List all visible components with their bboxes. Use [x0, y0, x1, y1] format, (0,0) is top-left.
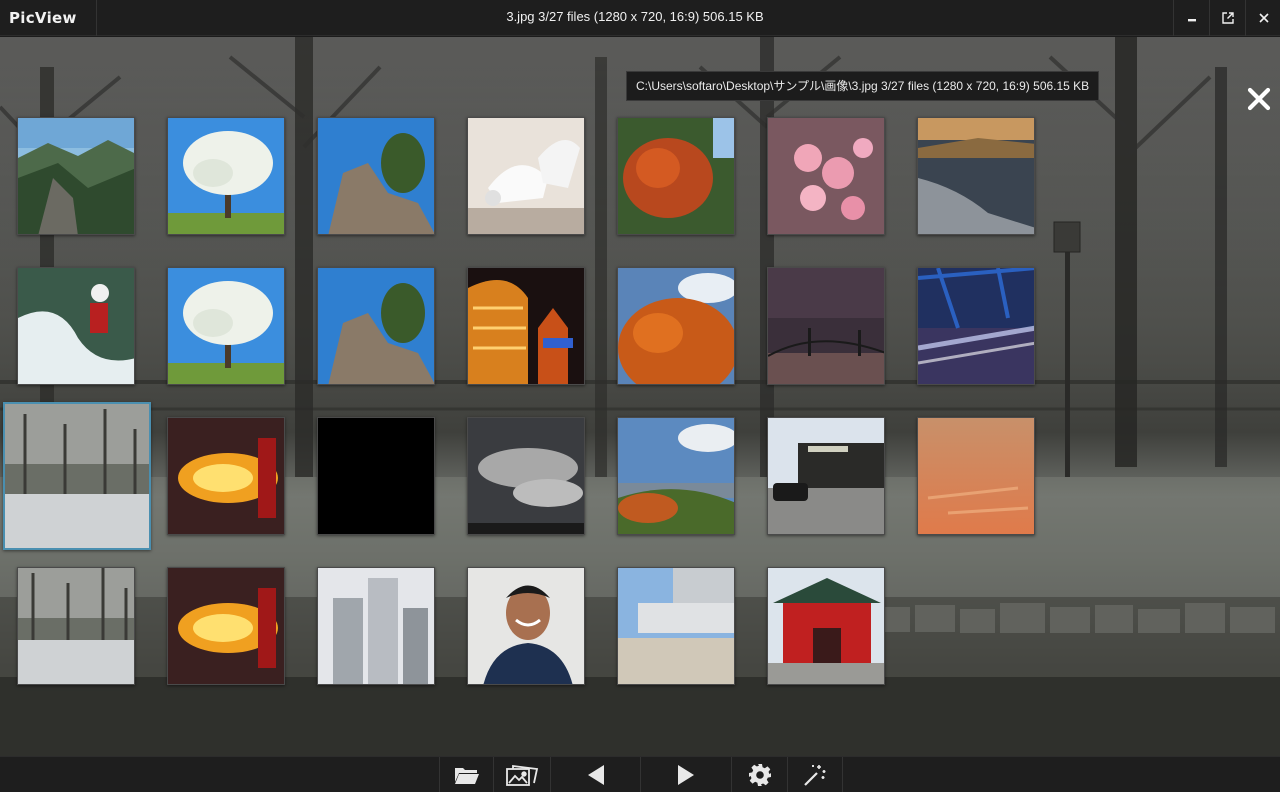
thumbnail-2[interactable]	[167, 117, 285, 235]
thumbnail-4[interactable]	[467, 117, 585, 235]
thumbnail-20[interactable]	[767, 417, 885, 535]
thumbnail-image	[168, 118, 284, 234]
thumbnail-image	[468, 568, 584, 684]
thumbnail-18[interactable]	[467, 417, 585, 535]
thumbnail-14[interactable]	[917, 267, 1035, 385]
thumbnail-19[interactable]	[617, 417, 735, 535]
thumbnail-3[interactable]	[317, 117, 435, 235]
thumbnail-image	[318, 118, 434, 234]
thumbnail-27[interactable]	[767, 567, 885, 685]
thumbnail-image	[918, 118, 1034, 234]
next-icon	[678, 765, 694, 785]
thumbnail-image	[18, 268, 134, 384]
thumbnail-25[interactable]	[467, 567, 585, 685]
thumbnail-5[interactable]	[617, 117, 735, 235]
thumbnail-image	[768, 118, 884, 234]
file-path-tooltip: C:\Users\softaro\Desktop\サンプル\画像\3.jpg 3…	[626, 71, 1100, 101]
thumbnail-image	[618, 268, 734, 384]
previous-icon	[587, 765, 604, 785]
next-image-button[interactable]	[640, 757, 731, 792]
thumbnail-12[interactable]	[617, 267, 735, 385]
title-bar[interactable]: PicView 3.jpg 3/27 files (1280 x 720, 16…	[0, 0, 1280, 36]
thumbnail-8[interactable]	[17, 267, 135, 385]
thumbnail-image	[618, 418, 734, 534]
thumbnail-image	[618, 118, 734, 234]
magic-wand-icon	[804, 765, 826, 786]
thumbnail-24[interactable]	[317, 567, 435, 685]
thumbnail-image	[468, 418, 584, 534]
thumbnail-26[interactable]	[617, 567, 735, 685]
bottom-toolbar	[0, 756, 1280, 792]
close-gallery-button[interactable]	[1242, 82, 1276, 116]
minimize-button[interactable]	[1173, 0, 1209, 36]
settings-gear-icon	[748, 764, 771, 786]
thumbnail-17[interactable]	[317, 417, 435, 535]
thumbnail-image	[18, 118, 134, 234]
thumbnail-image	[318, 568, 434, 684]
folder-open-icon	[454, 768, 479, 784]
thumbnail-7[interactable]	[917, 117, 1035, 235]
thumbnail-image	[618, 568, 734, 684]
thumbnail-image	[918, 418, 1034, 534]
thumbnail-16[interactable]	[167, 417, 285, 535]
thumbnail-11[interactable]	[467, 267, 585, 385]
effects-button[interactable]	[787, 757, 843, 792]
thumbnail-1[interactable]	[17, 117, 135, 235]
settings-button[interactable]	[731, 757, 787, 792]
image-viewer[interactable]: C:\Users\softaro\Desktop\サンプル\画像\3.jpg 3…	[0, 37, 1280, 756]
thumbnail-image	[5, 404, 149, 548]
thumbnail-6[interactable]	[767, 117, 885, 235]
gallery-icon	[506, 764, 539, 786]
previous-image-button[interactable]	[550, 757, 640, 792]
thumbnail-9[interactable]	[167, 267, 285, 385]
thumbnail-image	[168, 418, 284, 534]
thumbnail-image	[18, 568, 134, 684]
thumbnail-image	[768, 418, 884, 534]
open-external-icon	[1221, 12, 1234, 24]
popout-button[interactable]	[1209, 0, 1245, 36]
thumbnail-15-selected[interactable]	[3, 402, 151, 550]
window-title: 3.jpg 3/27 files (1280 x 720, 16:9) 506.…	[506, 9, 764, 24]
thumbnail-image	[318, 418, 434, 534]
window-close-button[interactable]	[1245, 0, 1280, 36]
thumbnail-13[interactable]	[767, 267, 885, 385]
thumbnail-image	[318, 268, 434, 384]
close-icon	[1258, 13, 1269, 23]
thumbnail-22[interactable]	[17, 567, 135, 685]
thumbnail-image	[468, 268, 584, 384]
thumbnail-image	[918, 268, 1034, 384]
thumbnail-21[interactable]	[917, 417, 1035, 535]
thumbnail-image	[768, 268, 884, 384]
thumbnail-image	[468, 118, 584, 234]
app-logo: PicView	[0, 0, 97, 36]
thumbnail-10[interactable]	[317, 267, 435, 385]
thumbnail-23[interactable]	[167, 567, 285, 685]
thumbnail-image	[768, 568, 884, 684]
gallery-button[interactable]	[493, 757, 550, 792]
thumbnail-image	[168, 568, 284, 684]
minimize-icon	[1187, 19, 1196, 22]
open-folder-button[interactable]	[439, 757, 493, 792]
thumbnail-image	[168, 268, 284, 384]
close-icon	[1247, 87, 1271, 111]
